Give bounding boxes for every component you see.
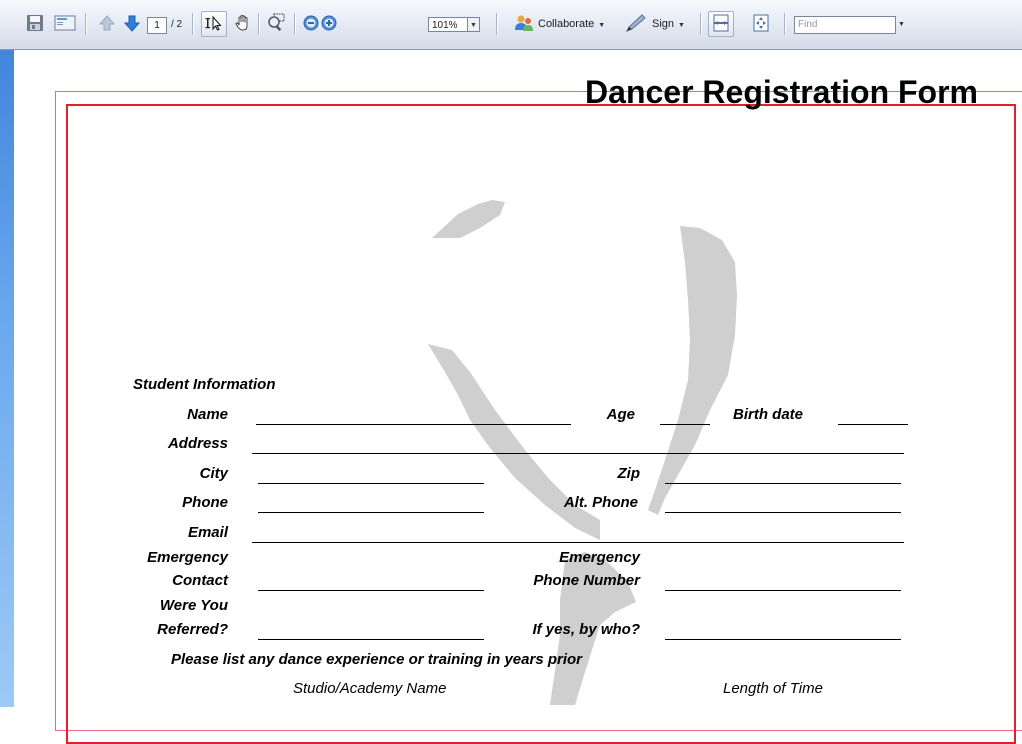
alt-phone-field[interactable] <box>665 512 901 513</box>
email-field[interactable] <box>252 542 904 543</box>
label-name: Name <box>187 406 228 423</box>
label-emergency-phone-2: Phone Number <box>533 572 640 589</box>
label-referred-by: If yes, by who? <box>532 621 640 638</box>
label-email: Email <box>187 524 228 541</box>
emergency-contact-field[interactable] <box>258 590 484 591</box>
form-title: Dancer Registration Form <box>585 74 978 110</box>
section-student-information: Student Information <box>133 376 276 393</box>
label-emergency-phone-1: Emergency <box>559 549 640 566</box>
label-address: Address <box>167 435 228 452</box>
label-emergency-contact-2: Contact <box>172 572 228 589</box>
label-referred-2: Referred? <box>157 621 228 638</box>
city-field[interactable] <box>258 483 484 484</box>
label-birth-date: Birth date <box>733 406 804 423</box>
label-phone: Phone <box>182 494 228 511</box>
experience-prompt: Please list any dance experience or trai… <box>171 651 583 668</box>
label-referred-1: Were You <box>159 597 228 614</box>
emergency-phone-field[interactable] <box>665 590 901 591</box>
phone-field[interactable] <box>258 512 484 513</box>
label-emergency-contact-1: Emergency <box>147 549 228 566</box>
column-length-of-time: Length of Time <box>723 680 823 697</box>
label-alt-phone: Alt. Phone <box>563 494 638 511</box>
name-field[interactable] <box>256 424 571 425</box>
birth-date-field[interactable] <box>838 424 908 425</box>
referred-by-field[interactable] <box>665 639 901 640</box>
label-zip: Zip <box>617 465 641 482</box>
zip-field[interactable] <box>665 483 901 484</box>
column-studio-name: Studio/Academy Name <box>293 680 447 697</box>
address-field[interactable] <box>252 453 904 454</box>
referred-field[interactable] <box>258 639 484 640</box>
age-field[interactable] <box>660 424 710 425</box>
label-age: Age <box>606 406 635 423</box>
label-city: City <box>199 465 228 482</box>
